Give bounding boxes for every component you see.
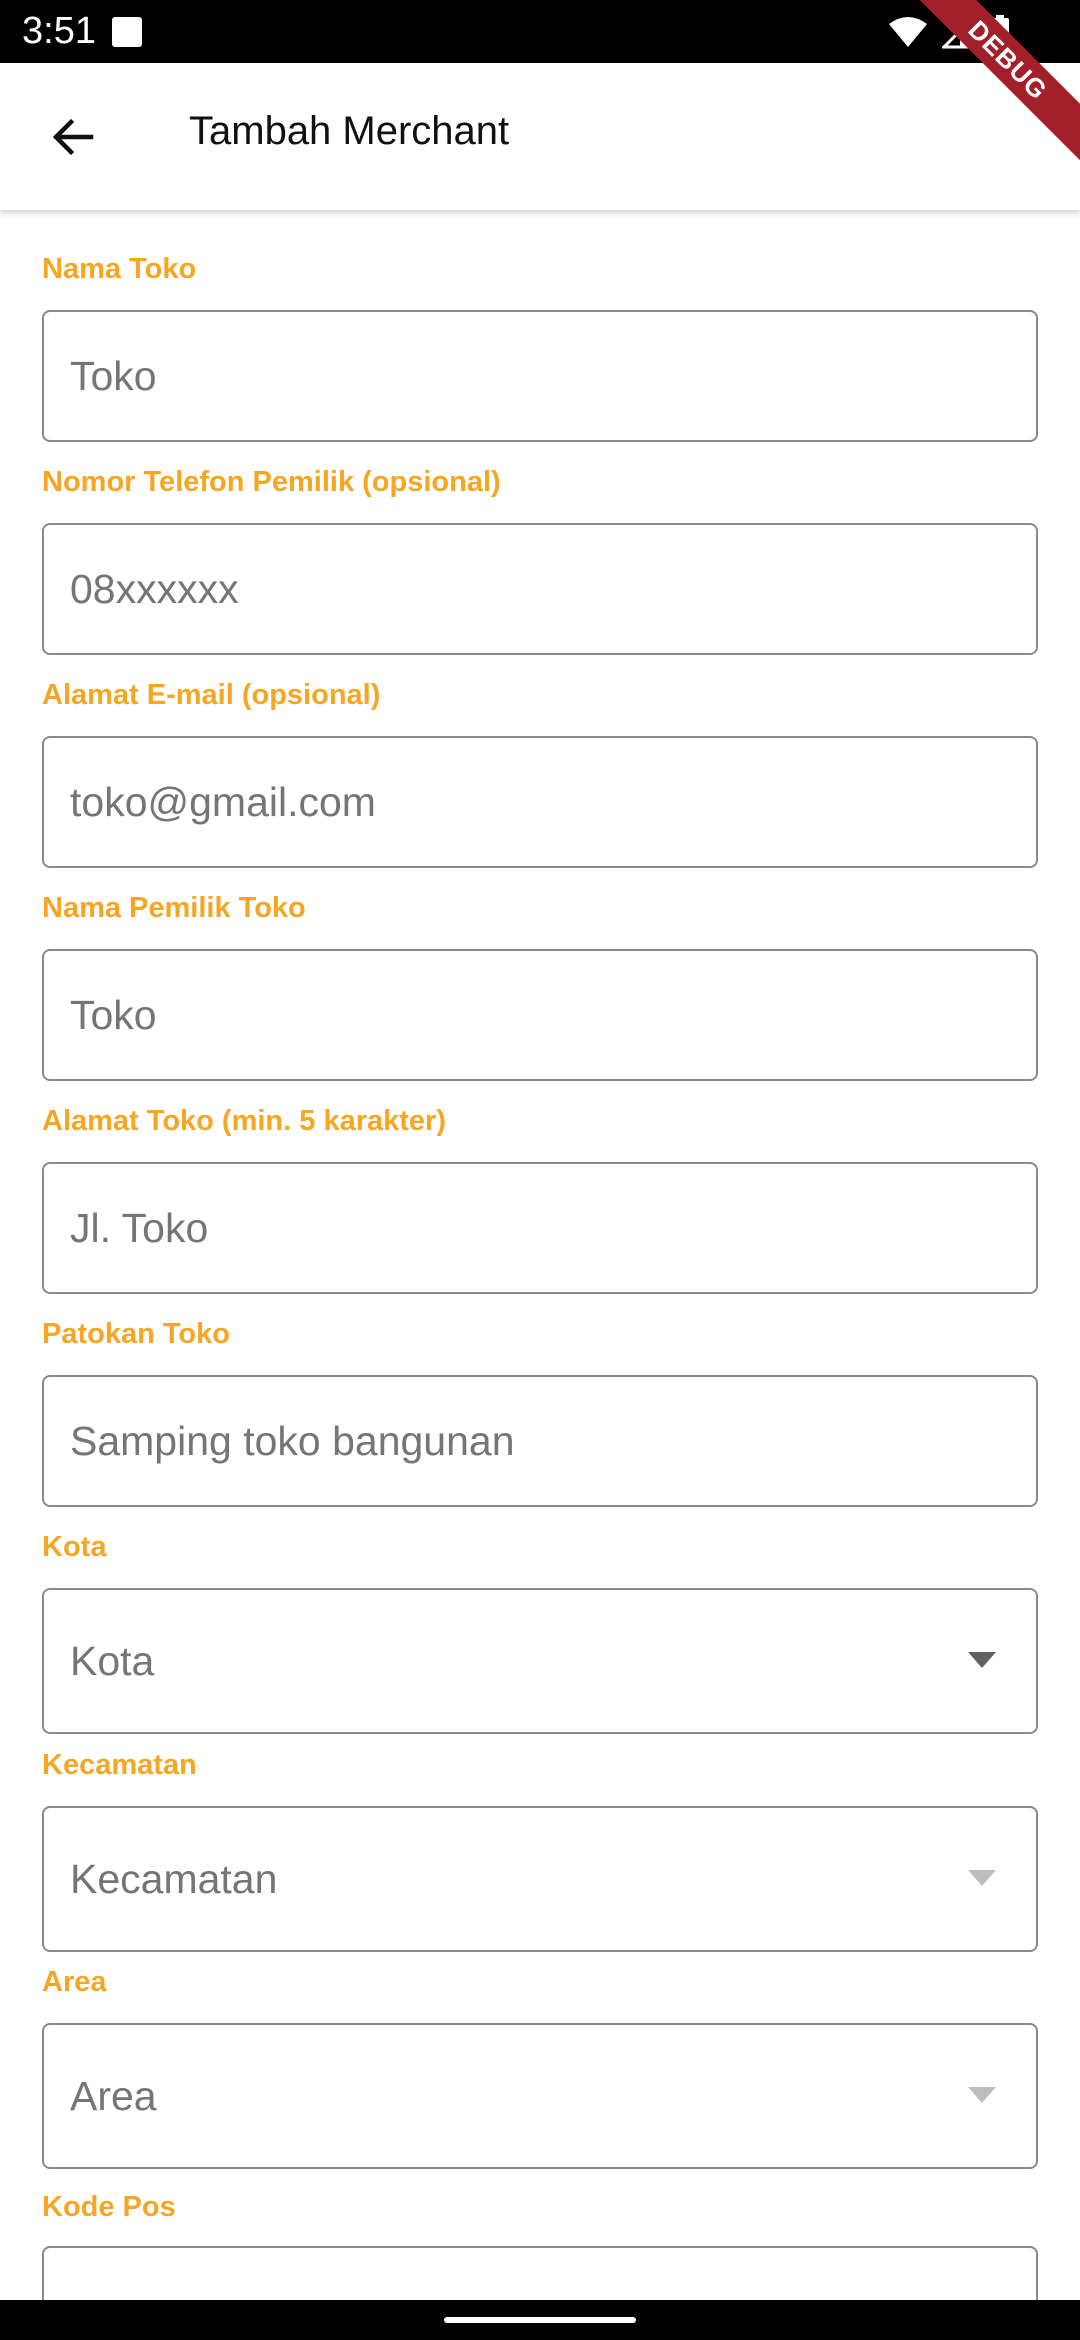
merchant-form: Nama Toko Toko Nomor Telefon Pemilik (op… xyxy=(42,210,1038,2300)
app-bar: Tambah Merchant xyxy=(0,63,1080,210)
nama-pemilik-placeholder: Toko xyxy=(70,992,157,1038)
field-label-nomor-telefon: Nomor Telefon Pemilik (opsional) xyxy=(42,466,501,498)
email-placeholder: toko@gmail.com xyxy=(70,779,376,825)
chevron-down-icon xyxy=(968,1870,996,1886)
field-label-patokan-toko: Patokan Toko xyxy=(42,1318,230,1350)
navigation-bar xyxy=(0,2300,1080,2340)
patokan-toko-input[interactable]: Samping toko bangunan xyxy=(42,1375,1038,1507)
field-label-kota: Kota xyxy=(42,1531,107,1563)
nomor-telefon-placeholder: 08xxxxxx xyxy=(70,566,239,612)
alamat-toko-input[interactable]: Jl. Toko xyxy=(42,1162,1038,1294)
kota-placeholder: Kota xyxy=(70,1638,155,1684)
field-label-area: Area xyxy=(42,1966,107,1998)
wifi-icon xyxy=(889,17,927,47)
field-label-alamat-email: Alamat E-mail (opsional) xyxy=(42,679,381,711)
area-placeholder: Area xyxy=(70,2073,157,2119)
field-label-kode-pos: Kode Pos xyxy=(42,2191,176,2223)
screen: 3:51 DEBUG Tambah Merchant Nama Toko Tok… xyxy=(0,0,1080,2340)
field-label-nama-toko: Nama Toko xyxy=(42,253,197,285)
chevron-down-icon xyxy=(968,2087,996,2103)
home-gesture-handle[interactable] xyxy=(444,2317,636,2323)
email-input[interactable]: toko@gmail.com xyxy=(42,736,1038,868)
field-label-alamat-toko: Alamat Toko (min. 5 karakter) xyxy=(42,1105,446,1137)
page-title: Tambah Merchant xyxy=(189,109,510,153)
field-label-nama-pemilik: Nama Pemilik Toko xyxy=(42,892,306,924)
field-label-kecamatan: Kecamatan xyxy=(42,1749,197,1781)
status-icons xyxy=(888,14,1010,50)
area-dropdown[interactable]: Area xyxy=(42,2023,1038,2169)
alamat-toko-placeholder: Jl. Toko xyxy=(70,1205,209,1251)
kode-pos-input[interactable] xyxy=(42,2246,1038,2300)
nama-toko-placeholder: Toko xyxy=(70,353,157,399)
nomor-telefon-input[interactable]: 08xxxxxx xyxy=(42,523,1038,655)
kecamatan-dropdown[interactable]: Kecamatan xyxy=(42,1806,1038,1952)
kecamatan-placeholder: Kecamatan xyxy=(70,1856,278,1902)
notification-icon xyxy=(112,17,142,47)
patokan-toko-placeholder: Samping toko bangunan xyxy=(70,1418,515,1464)
chevron-down-icon xyxy=(968,1652,996,1668)
status-time: 3:51 xyxy=(22,10,96,52)
battery-icon xyxy=(991,15,1009,49)
nama-pemilik-input[interactable]: Toko xyxy=(42,949,1038,1081)
back-button[interactable] xyxy=(30,101,116,173)
cellular-signal-icon xyxy=(942,15,976,49)
arrow-back-icon xyxy=(52,118,94,156)
kota-dropdown[interactable]: Kota xyxy=(42,1588,1038,1734)
nama-toko-input[interactable]: Toko xyxy=(42,310,1038,442)
status-bar: 3:51 xyxy=(0,0,1080,63)
